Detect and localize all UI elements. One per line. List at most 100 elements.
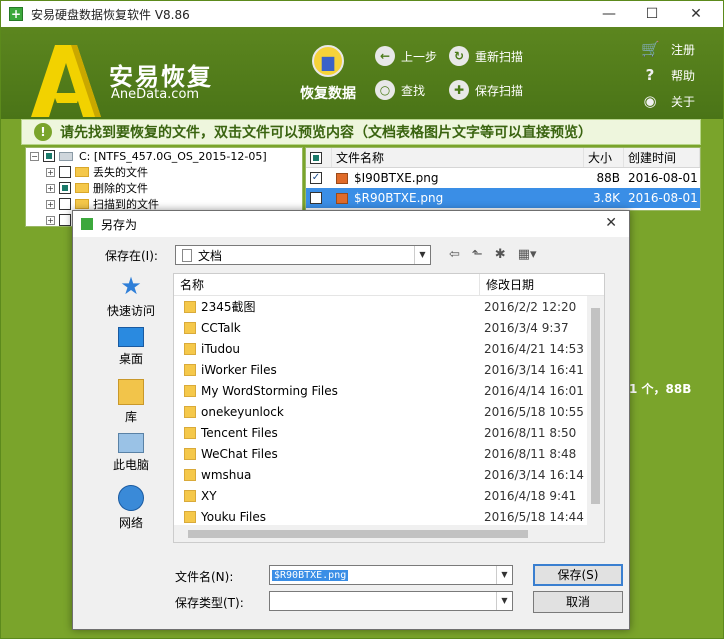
- folder-icon: [184, 342, 196, 355]
- document-icon: [182, 248, 192, 262]
- file-list: 文件名称 大小 创建时间 $I90BTXE.png 88B 2016-08-01…: [305, 147, 701, 211]
- tree-checkbox[interactable]: [59, 182, 71, 194]
- question-icon: ?: [645, 66, 655, 84]
- filetype-dropdown[interactable]: ▼: [269, 591, 513, 611]
- tree-checkbox[interactable]: [59, 214, 71, 226]
- folder-row[interactable]: Tencent Files 2016/8/11 8:50: [174, 422, 604, 443]
- folder-icon: [75, 167, 89, 177]
- select-all-checkbox[interactable]: [310, 151, 322, 164]
- place-library[interactable]: 库: [85, 379, 177, 429]
- places-bar: ★ 快速访问 桌面 库 此电脑 网络: [85, 273, 177, 543]
- logo-domain: AneData.com: [111, 87, 200, 102]
- folder-icon: [184, 426, 196, 439]
- search-icon: ○: [375, 80, 395, 100]
- file-row[interactable]: $I90BTXE.png 88B 2016-08-01: [306, 168, 700, 188]
- hint-banner: ! 请先找到要恢复的文件，双击文件可以预览内容（文档表格图片文字等可以直接预览）: [21, 119, 701, 145]
- place-desktop[interactable]: 桌面: [85, 327, 177, 377]
- column-date[interactable]: 创建时间: [624, 148, 700, 167]
- tree-checkbox[interactable]: [59, 166, 71, 178]
- info-circle-icon: ◉: [643, 92, 657, 110]
- folder-row[interactable]: CCTalk 2016/3/4 9:37: [174, 317, 604, 338]
- dialog-title: 另存为: [101, 217, 138, 232]
- filename-label: 文件名(N):: [175, 570, 234, 584]
- help-link[interactable]: ? 帮助: [641, 65, 695, 85]
- dialog-file-list-header: 名称 修改日期 ^: [174, 274, 604, 296]
- column-header-date[interactable]: 修改日期: [480, 274, 580, 295]
- folder-row[interactable]: onekeyunlock 2016/5/18 10:55: [174, 401, 604, 422]
- minimize-icon[interactable]: —: [586, 1, 632, 27]
- dialog-file-rows: 2345截图 2016/2/2 12:20 CCTalk 2016/3/4 9:37 i…: [174, 296, 604, 542]
- expand-icon[interactable]: +: [46, 167, 55, 177]
- title-bar: + 安易硬盘数据恢复软件 V8.86 — ☐ ✕: [1, 1, 723, 27]
- file-checkbox[interactable]: [310, 172, 322, 184]
- save-in-dropdown[interactable]: 文档 ▼: [175, 245, 431, 265]
- about-link[interactable]: ◉ 关于: [641, 91, 695, 111]
- collapse-icon[interactable]: −: [30, 151, 39, 161]
- expand-icon[interactable]: +: [46, 183, 55, 193]
- folder-row[interactable]: XY 2016/4/18 9:41: [174, 485, 604, 506]
- app-title: 安易硬盘数据恢复软件 V8.86: [31, 7, 190, 22]
- cancel-button[interactable]: 取消: [533, 591, 623, 613]
- tree-item-deleted[interactable]: + 删除的文件: [26, 180, 302, 196]
- expand-icon[interactable]: +: [46, 215, 55, 225]
- horizontal-scrollbar[interactable]: [174, 525, 589, 542]
- sort-up-icon: ^: [322, 273, 330, 280]
- folder-row[interactable]: wmshua 2016/3/14 16:14: [174, 464, 604, 485]
- place-network[interactable]: 网络: [85, 485, 177, 535]
- up-folder-icon[interactable]: ⬑: [472, 247, 483, 262]
- folder-icon: [184, 300, 196, 313]
- tree-item-lost[interactable]: + 丢失的文件: [26, 164, 302, 180]
- save-scan-icon: ✚: [449, 80, 469, 100]
- place-this-pc[interactable]: 此电脑: [85, 433, 177, 483]
- tree-root[interactable]: − C: [NTFS_457.0G_OS_2015-12-05]: [26, 148, 302, 164]
- rescan-button[interactable]: ↻ 重新扫描: [449, 45, 523, 67]
- chevron-down-icon[interactable]: ▼: [414, 246, 430, 264]
- back-arrow-icon[interactable]: ⇦: [449, 247, 460, 262]
- file-list-header: 文件名称 大小 创建时间: [306, 148, 700, 168]
- column-size[interactable]: 大小: [584, 148, 624, 167]
- dialog-app-icon: [81, 218, 93, 230]
- save-disk-icon: ▆: [312, 45, 344, 77]
- save-as-dialog: 另存为 ✕ 保存在(I): 文档 ▼ ⇦ ⬑ ✱ ▦▾ ★ 快速访问 桌面 库 …: [72, 210, 630, 630]
- file-row-selected[interactable]: $R90BTXE.png 3.8K 2016-08-01: [306, 188, 700, 208]
- image-file-icon: [336, 193, 348, 204]
- column-name[interactable]: 文件名称: [332, 148, 584, 167]
- image-file-icon: [336, 173, 348, 184]
- tree-checkbox[interactable]: [43, 150, 55, 162]
- view-menu-icon[interactable]: ▦▾: [518, 247, 537, 262]
- tree-checkbox[interactable]: [59, 198, 71, 210]
- recover-data-button[interactable]: ▆ 恢复数据: [293, 45, 363, 113]
- maximize-icon[interactable]: ☐: [629, 1, 675, 27]
- expand-icon[interactable]: +: [46, 199, 55, 209]
- dialog-close-icon[interactable]: ✕: [605, 215, 617, 231]
- folder-row[interactable]: iTudou 2016/4/21 14:53: [174, 338, 604, 359]
- find-button[interactable]: ○ 查找: [375, 79, 425, 101]
- folder-row[interactable]: Youku Files 2016/5/18 14:44: [174, 506, 604, 527]
- filename-input[interactable]: $R90BTXE.png ▼: [269, 565, 513, 585]
- prev-step-button[interactable]: ← 上一步: [375, 45, 437, 67]
- folder-icon: [184, 489, 196, 502]
- scroll-thumb[interactable]: [188, 530, 528, 538]
- folder-icon: [184, 405, 196, 418]
- place-quick-access[interactable]: ★ 快速访问: [85, 273, 177, 323]
- close-icon[interactable]: ✕: [673, 1, 719, 27]
- folder-row[interactable]: My WordStorming Files 2016/4/14 16:01: [174, 380, 604, 401]
- folder-row[interactable]: WeChat Files 2016/8/11 8:48: [174, 443, 604, 464]
- folder-row[interactable]: 2345截图 2016/2/2 12:20: [174, 296, 604, 317]
- save-scan-button[interactable]: ✚ 保存扫描: [449, 79, 523, 101]
- star-icon: ★: [120, 272, 142, 300]
- save-button[interactable]: 保存(S): [533, 564, 623, 586]
- chevron-down-icon[interactable]: ▼: [496, 566, 512, 584]
- library-icon: [118, 379, 144, 405]
- save-in-label: 保存在(I):: [105, 249, 158, 263]
- folder-row[interactable]: iWorker Files 2016/3/14 16:41: [174, 359, 604, 380]
- exclamation-icon: !: [34, 123, 52, 141]
- new-folder-icon[interactable]: ✱: [495, 247, 506, 262]
- chevron-down-icon[interactable]: ▼: [496, 592, 512, 610]
- folder-icon: [75, 183, 89, 193]
- folder-icon: [184, 384, 196, 397]
- vertical-scrollbar[interactable]: [587, 296, 604, 542]
- register-link[interactable]: 🛒 注册: [641, 39, 695, 59]
- scroll-thumb[interactable]: [591, 308, 600, 504]
- file-checkbox[interactable]: [310, 192, 322, 204]
